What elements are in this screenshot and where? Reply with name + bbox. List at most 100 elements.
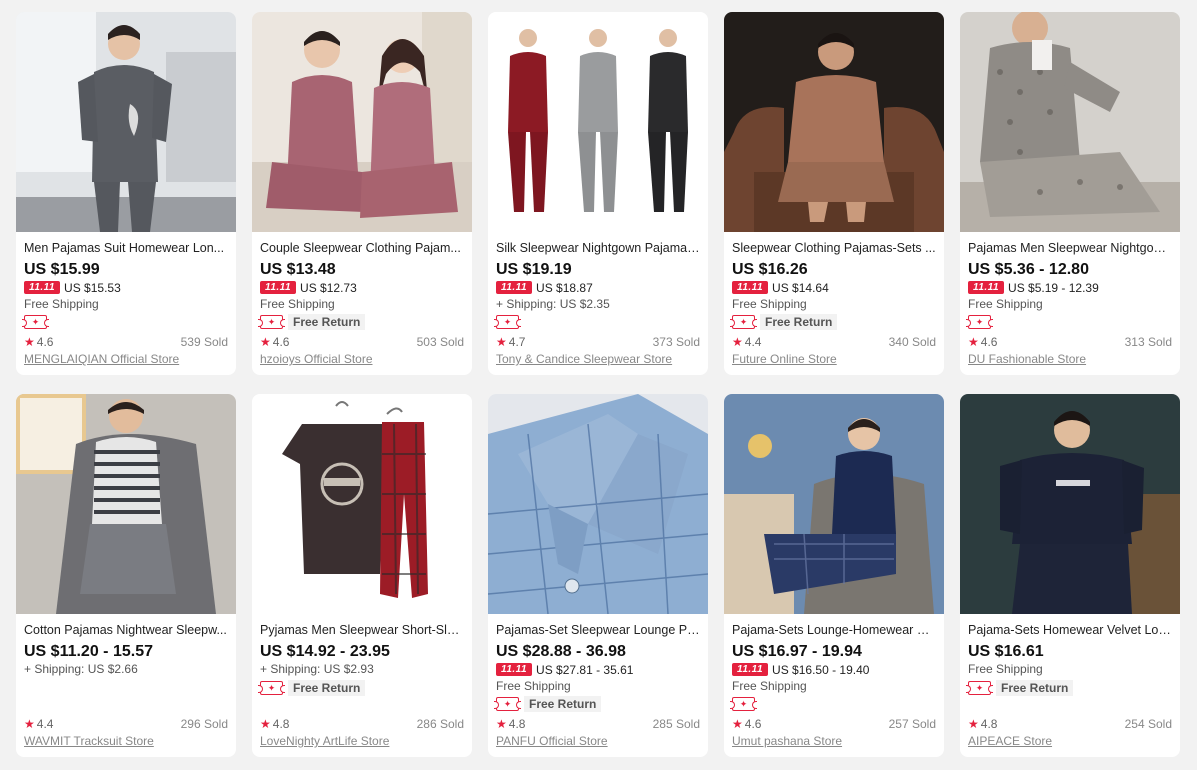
star-icon: ★ <box>496 717 507 731</box>
product-card[interactable]: Cotton Pajamas Nightwear Sleepw... US $1… <box>16 394 236 757</box>
product-price: US $15.99 <box>24 261 100 278</box>
rating-value: 4.8 <box>980 717 998 731</box>
product-card[interactable]: Pajamas-Set Sleepwear Lounge Pjs... US $… <box>488 394 708 757</box>
badge-row: ✦ <box>730 696 757 712</box>
shipping-info: Free Shipping <box>260 297 335 311</box>
rating: ★ 4.8 <box>496 717 525 731</box>
sale-tag: 11.11 <box>24 281 61 294</box>
star-icon: ★ <box>968 335 979 349</box>
promo-price: US $5.19 - 12.39 <box>1008 280 1099 295</box>
product-card[interactable]: Pajama-Sets Homewear Velvet Lon... US $1… <box>960 394 1180 757</box>
coupon-icon: ✦ <box>258 315 285 329</box>
sold-count: 373 Sold <box>652 335 700 349</box>
rating-value: 4.6 <box>744 717 762 731</box>
shipping-info: Free Shipping <box>24 297 99 311</box>
product-image[interactable] <box>960 12 1180 232</box>
product-image[interactable] <box>724 394 944 614</box>
shipping-info: + Shipping: US $2.35 <box>496 297 610 311</box>
product-image[interactable] <box>252 394 472 614</box>
store-link[interactable]: WAVMIT Tracksuit Store <box>24 734 154 748</box>
shipping-info: Free Shipping <box>968 662 1043 676</box>
coupon-icon: ✦ <box>494 315 521 329</box>
promo-price: US $27.81 - 35.61 <box>536 662 634 677</box>
product-image[interactable] <box>16 12 236 232</box>
store-link[interactable]: LoveNighty ArtLife Store <box>260 734 389 748</box>
product-title[interactable]: Pyjamas Men Sleepwear Short-Sle... <box>260 622 464 638</box>
free-return-badge: Free Return <box>524 696 602 712</box>
product-price: US $13.48 <box>260 261 336 278</box>
product-card[interactable]: Silk Sleepwear Nightgown Pajama-... US $… <box>488 12 708 375</box>
promo-price-row: 11.11 US $15.53 <box>24 280 121 295</box>
store-link[interactable]: PANFU Official Store <box>496 734 608 748</box>
product-card[interactable]: Pajamas Men Sleepwear Nightgow... US $5.… <box>960 12 1180 375</box>
product-title[interactable]: Pajamas-Set Sleepwear Lounge Pjs... <box>496 622 700 638</box>
product-title[interactable]: Sleepwear Clothing Pajamas-Sets ... <box>732 240 936 256</box>
shipping-info: Free Shipping <box>968 297 1043 311</box>
product-image[interactable] <box>724 12 944 232</box>
product-title[interactable]: Pajamas Men Sleepwear Nightgow... <box>968 240 1172 256</box>
free-return-badge: Free Return <box>288 314 366 330</box>
sale-tag: 11.11 <box>496 281 533 294</box>
coupon-icon: ✦ <box>494 697 521 711</box>
sold-count: 340 Sold <box>888 335 936 349</box>
sold-count: 296 Sold <box>180 717 228 731</box>
product-price: US $11.20 - 15.57 <box>24 643 153 660</box>
badge-row: ✦ Free Return <box>730 314 838 330</box>
store-link[interactable]: Umut pashana Store <box>732 734 842 748</box>
sold-count: 257 Sold <box>888 717 936 731</box>
coupon-icon: ✦ <box>730 315 757 329</box>
product-image[interactable] <box>960 394 1180 614</box>
sale-tag: 11.11 <box>496 663 533 676</box>
rating: ★ 4.6 <box>24 335 53 349</box>
star-icon: ★ <box>24 717 35 731</box>
promo-price-row: 11.11 US $12.73 <box>260 280 357 295</box>
product-card[interactable]: Pyjamas Men Sleepwear Short-Sle... US $1… <box>252 394 472 757</box>
promo-price: US $12.73 <box>300 280 357 295</box>
sold-count: 313 Sold <box>1124 335 1172 349</box>
coupon-icon: ✦ <box>966 681 993 695</box>
star-icon: ★ <box>968 717 979 731</box>
store-link[interactable]: Future Online Store <box>732 352 837 366</box>
rating-value: 4.8 <box>272 717 290 731</box>
coupon-icon: ✦ <box>258 681 285 695</box>
product-card[interactable]: Sleepwear Clothing Pajamas-Sets ... US $… <box>724 12 944 375</box>
product-card[interactable]: Pajama-Sets Lounge-Homewear Sl... US $16… <box>724 394 944 757</box>
sold-count: 503 Sold <box>416 335 464 349</box>
free-return-badge: Free Return <box>760 314 838 330</box>
free-return-badge: Free Return <box>996 680 1074 696</box>
product-card[interactable]: Men Pajamas Suit Homewear Lon... US $15.… <box>16 12 236 375</box>
product-image[interactable] <box>252 12 472 232</box>
product-price: US $14.92 - 23.95 <box>260 643 390 660</box>
product-title[interactable]: Cotton Pajamas Nightwear Sleepw... <box>24 622 228 638</box>
rating-value: 4.6 <box>272 335 290 349</box>
product-card[interactable]: Couple Sleepwear Clothing Pajam... US $1… <box>252 12 472 375</box>
product-title[interactable]: Pajama-Sets Homewear Velvet Lon... <box>968 622 1172 638</box>
product-title[interactable]: Pajama-Sets Lounge-Homewear Sl... <box>732 622 936 638</box>
store-link[interactable]: DU Fashionable Store <box>968 352 1086 366</box>
star-icon: ★ <box>260 335 271 349</box>
rating: ★ 4.6 <box>260 335 289 349</box>
sale-tag: 11.11 <box>732 663 769 676</box>
store-link[interactable]: Tony & Candice Sleepwear Store <box>496 352 672 366</box>
store-link[interactable]: hzoioys Official Store <box>260 352 373 366</box>
shipping-info: + Shipping: US $2.93 <box>260 662 374 676</box>
star-icon: ★ <box>24 335 35 349</box>
product-price: US $16.97 - 19.94 <box>732 643 862 660</box>
promo-price-row: 11.11 US $14.64 <box>732 280 829 295</box>
promo-price: US $16.50 - 19.40 <box>772 662 870 677</box>
sale-tag: 11.11 <box>732 281 769 294</box>
product-title[interactable]: Couple Sleepwear Clothing Pajam... <box>260 240 464 256</box>
coupon-icon: ✦ <box>22 315 49 329</box>
product-image[interactable] <box>488 12 708 232</box>
product-image[interactable] <box>488 394 708 614</box>
product-title[interactable]: Men Pajamas Suit Homewear Lon... <box>24 240 228 256</box>
store-link[interactable]: MENGLAIQIAN Official Store <box>24 352 179 366</box>
rating: ★ 4.7 <box>496 335 525 349</box>
badge-row: ✦ Free Return <box>494 696 602 712</box>
store-link[interactable]: AIPEACE Store <box>968 734 1052 748</box>
rating: ★ 4.8 <box>968 717 997 731</box>
shipping-info: Free Shipping <box>732 297 807 311</box>
product-title[interactable]: Silk Sleepwear Nightgown Pajama-... <box>496 240 700 256</box>
product-image[interactable] <box>16 394 236 614</box>
badge-row: ✦ <box>494 314 521 330</box>
